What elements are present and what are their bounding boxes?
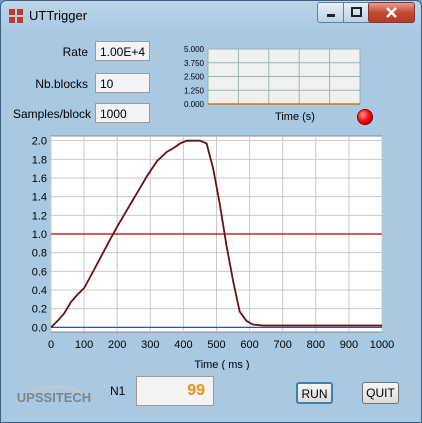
small-y-tick-label: 0.000 xyxy=(184,100,205,109)
counter-display: 99 xyxy=(136,376,214,406)
minimize-button[interactable] xyxy=(317,2,345,23)
y-tick-label: 1.6 xyxy=(32,173,47,185)
minimize-icon xyxy=(327,14,335,17)
x-tick-label: 700 xyxy=(274,339,292,351)
y-tick-label: 0.0 xyxy=(32,322,47,334)
close-button[interactable] xyxy=(368,2,415,23)
x-tick-label: 0 xyxy=(48,339,54,351)
y-tick-label: 1.8 xyxy=(32,154,47,166)
x-tick-label: 500 xyxy=(207,339,225,351)
small-y-tick-label: 3.750 xyxy=(184,59,205,68)
title-bar[interactable]: UTTrigger xyxy=(1,1,421,31)
rate-field[interactable]: 1.00E+4 xyxy=(95,41,150,61)
y-tick-label: 0.2 xyxy=(32,304,47,316)
rate-label: Rate xyxy=(62,45,88,59)
y-tick-label: 2.0 xyxy=(32,136,47,148)
samples-field[interactable]: 1000 xyxy=(95,103,150,123)
maximize-button[interactable] xyxy=(343,2,370,23)
y-tick-label: 0.4 xyxy=(32,285,47,297)
blocks-field[interactable]: 10 xyxy=(95,73,150,93)
small-y-tick-label: 2.500 xyxy=(184,73,205,82)
small-y-tick-label: 1.250 xyxy=(184,86,205,95)
x-tick-label: 100 xyxy=(75,339,93,351)
y-tick-label: 1.2 xyxy=(32,210,47,222)
y-tick-label: 1.0 xyxy=(32,229,47,241)
counter-label: N1 xyxy=(110,384,126,398)
x-tick-label: 400 xyxy=(174,339,192,351)
window-title: UTTrigger xyxy=(29,8,88,23)
upssitech-logo: UPSSITECH xyxy=(15,385,93,405)
x-tick-label: 900 xyxy=(340,339,358,351)
close-icon xyxy=(386,7,397,18)
app-icon xyxy=(9,9,23,23)
small-x-label: Time (s) xyxy=(275,111,315,123)
small-y-tick-label: 5.000 xyxy=(184,45,205,54)
quit-button[interactable]: QUIT xyxy=(362,382,399,404)
x-tick-label: 600 xyxy=(240,339,258,351)
x-tick-label: 300 xyxy=(141,339,159,351)
status-led xyxy=(357,109,373,125)
y-tick-label: 1.4 xyxy=(32,192,47,204)
y-tick-label: 0.8 xyxy=(32,248,47,260)
y-tick-label: 0.6 xyxy=(32,266,47,278)
maximize-icon xyxy=(351,7,362,17)
x-tick-label: 1000 xyxy=(370,339,394,351)
x-tick-label: 200 xyxy=(108,339,126,351)
logo-text: UPSSITECH xyxy=(17,390,91,405)
x-tick-label: 800 xyxy=(307,339,325,351)
samples-label: Samples/block xyxy=(12,107,91,121)
run-button[interactable]: RUN xyxy=(296,382,333,404)
blocks-label: Nb.blocks xyxy=(35,77,88,91)
main-x-label: Time ( ms ) xyxy=(194,359,249,370)
small-chart: 5.000 3.750 2.500 1.250 0.000 Time (s) xyxy=(184,45,361,123)
main-chart: 0.0 0.2 0.4 0.6 0.8 1.0 1.2 1.4 1.6 1.8 2.0 0 100 20… xyxy=(32,135,394,370)
